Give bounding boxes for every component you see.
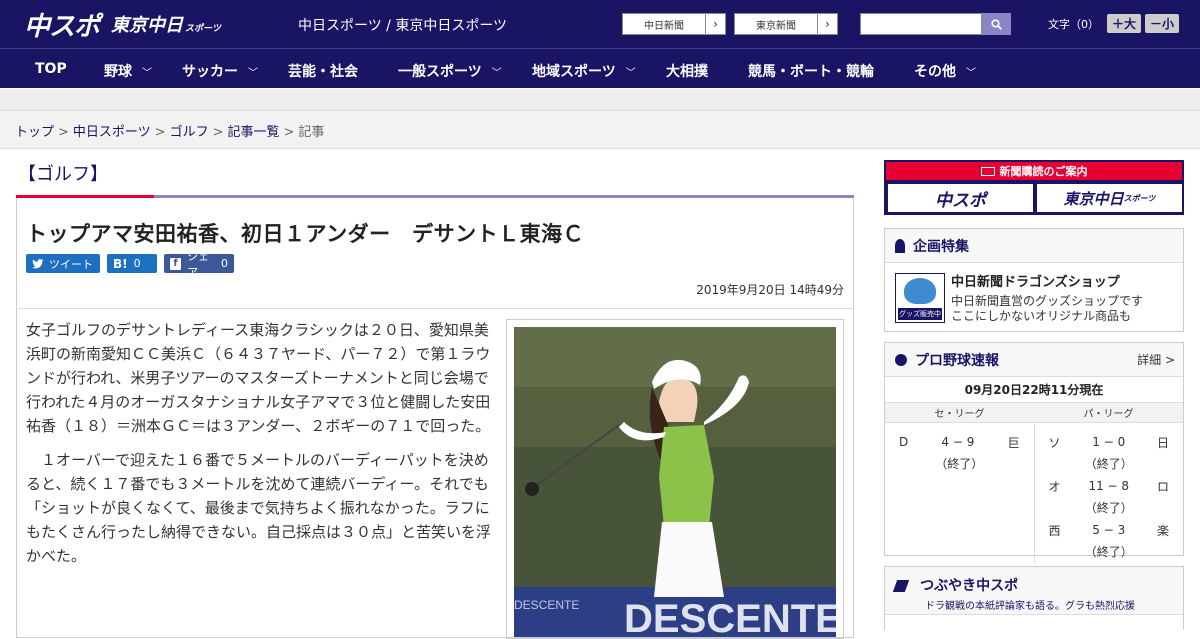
- special-features-box: 企画特集 グッズ販売中 中日新聞ドラゴンズショップ 中日新聞直営のグッズショップ…: [884, 228, 1184, 332]
- site-title: 中日スポーツ / 東京中日スポーツ: [298, 18, 508, 34]
- special-features-header: 企画特集: [885, 229, 1183, 263]
- article-paragraph: 女子ゴルフのデサントレディース東海クラシックは２０日、愛知県美浜町の新南愛知ＣＣ…: [26, 321, 491, 435]
- chevron-down-icon: ﹀: [142, 67, 152, 79]
- breadcrumb-chunichi-sports[interactable]: 中日スポーツ: [73, 125, 151, 140]
- search-icon: [991, 18, 1002, 30]
- article-paragraph: １オーバーで迎えた１６番で５メートルのバーディーパットを決めると、続く１７番でも…: [26, 451, 492, 565]
- score-timestamp: 09月20日22時11分現在: [885, 377, 1183, 403]
- svg-text:DESCENTE: DESCENTE: [514, 598, 579, 612]
- game-status: （終了）: [935, 457, 984, 471]
- game-status: （終了）: [1084, 545, 1133, 559]
- tweets-header: つぶやき中スポ ドラ観戦の本紙評論家も語る。グラも熱烈応援: [885, 567, 1183, 615]
- chevron-down-icon: ﹀: [966, 67, 976, 79]
- site-logo[interactable]: 中スポ 東京中日 スポーツ: [0, 6, 221, 43]
- ribbon-icon: [895, 238, 905, 253]
- central-league-label: セ・リーグ: [885, 403, 1034, 423]
- game-row[interactable]: 西 5 − 3 楽: [1035, 519, 1184, 541]
- breadcrumb-article-list[interactable]: 記事一覧: [228, 125, 280, 140]
- chunichi-shimbun-link[interactable]: 中日新聞 ›: [622, 13, 726, 35]
- breadcrumb-current: 記事: [298, 125, 325, 140]
- nav-local-sports[interactable]: 地域スポーツ ﹀: [532, 61, 636, 81]
- pro-baseball-header: プロ野球速報 詳細 >: [885, 343, 1183, 377]
- ad-band: [0, 89, 1200, 111]
- facebook-share-button[interactable]: f シェア 0: [164, 250, 234, 279]
- goods-badge: グッズ販売中: [898, 308, 942, 320]
- breadcrumb-top[interactable]: トップ: [15, 125, 54, 140]
- font-bigger-button[interactable]: ＋大: [1107, 14, 1142, 33]
- game-status: （終了）: [1084, 457, 1133, 471]
- nav-racing[interactable]: 競馬・ボート・競輪: [748, 61, 874, 81]
- article-date: 2019年9月20日 14時49分: [696, 283, 844, 297]
- golfer-illustration: DESCENTE DESCENTE: [514, 327, 836, 637]
- breadcrumb: トップ > 中日スポーツ > ゴルフ > 記事一覧 > 記事: [0, 111, 1200, 149]
- chevron-down-icon: ﹀: [491, 67, 502, 79]
- game-row[interactable]: ソ 1 − 0 日: [1035, 431, 1184, 453]
- pro-baseball-box: プロ野球速報 詳細 > 09月20日22時11分現在 セ・リーグ パ・リーグ D…: [884, 342, 1184, 563]
- site-header: 中スポ 東京中日 スポーツ 中日スポーツ / 東京中日スポーツ 中日新聞 › 東京…: [0, 0, 1200, 48]
- baseball-detail-link[interactable]: 詳細 >: [1137, 351, 1175, 368]
- article-photo[interactable]: DESCENTE DESCENTE: [514, 327, 836, 637]
- league-header-row: セ・リーグ パ・リーグ: [885, 403, 1183, 423]
- nav-soccer[interactable]: サッカー ﹀: [182, 61, 258, 81]
- chevron-down-icon: ﹀: [625, 67, 636, 79]
- nav-top[interactable]: TOP: [35, 61, 67, 77]
- search-input[interactable]: [860, 13, 982, 35]
- dragon-mascot-icon: [904, 278, 936, 304]
- twitter-bird-icon: [32, 258, 44, 268]
- hatena-icon: B!: [113, 256, 128, 271]
- game-row[interactable]: D 4 − 9 巨: [885, 431, 1034, 453]
- newspaper-icon: [980, 166, 995, 176]
- article-headline: トップアマ安田祐香、初日１アンダー デサントＬ東海Ｃ: [26, 222, 585, 246]
- breadcrumb-golf[interactable]: ゴルフ: [170, 125, 209, 140]
- article-category: 【ゴルフ】: [18, 164, 108, 185]
- svg-text:DESCENTE: DESCENTE: [624, 597, 836, 637]
- font-smaller-button[interactable]: －小: [1145, 14, 1180, 33]
- subscribe-tokyo-chunichi-button[interactable]: 東京中日 スポーツ: [1037, 184, 1182, 212]
- pacific-league-label: パ・リーグ: [1034, 403, 1183, 423]
- chevron-right-icon: ›: [817, 14, 837, 34]
- megaphone-icon: [892, 579, 910, 592]
- chevron-right-icon: ›: [705, 14, 725, 34]
- hatena-count: 0: [133, 257, 141, 270]
- subscription-banner: 新聞購読のご案内 中スポ 東京中日 スポーツ: [884, 160, 1184, 215]
- games-table: D 4 − 9 巨 （終了） ソ 1 − 0 日 （終了） オ 11 − 8 ロ…: [885, 423, 1183, 563]
- subscription-title: 新聞購読のご案内: [886, 162, 1182, 180]
- nav-other[interactable]: その他 ﹀: [914, 61, 976, 81]
- nav-baseball[interactable]: 野球 ﹀: [104, 61, 152, 81]
- article-body: 女子ゴルフのデサントレディース東海クラシックは２０日、愛知県美浜町の新南愛知ＣＣ…: [26, 318, 494, 578]
- search-button[interactable]: [982, 13, 1011, 35]
- chevron-down-icon: ﹀: [248, 67, 258, 79]
- tweets-subtitle: ドラ観戦の本紙評論家も語る。グラも熱烈応援: [925, 601, 1135, 612]
- dragons-shop-thumbnail[interactable]: グッズ販売中: [895, 273, 945, 323]
- nav-sumo[interactable]: 大相撲: [666, 61, 708, 81]
- baseball-icon: [895, 353, 907, 366]
- logo-tokyo-chunichi: 東京中日 スポーツ: [111, 15, 221, 36]
- game-status: （終了）: [1084, 501, 1133, 515]
- facebook-icon: f: [170, 257, 182, 270]
- game-row[interactable]: オ 11 − 8 ロ: [1035, 475, 1184, 497]
- nav-general-sports[interactable]: 一般スポーツ ﹀: [398, 61, 502, 81]
- pacific-games: ソ 1 − 0 日 （終了） オ 11 − 8 ロ （終了） 西 5 − 3 楽…: [1035, 423, 1184, 563]
- hatena-bookmark-button[interactable]: B! 0: [107, 254, 157, 273]
- dragons-shop-title[interactable]: 中日新聞ドラゴンズショップ: [951, 271, 1120, 290]
- nav-entertainment[interactable]: 芸能・社会: [288, 61, 358, 81]
- subscribe-chunichi-sports-button[interactable]: 中スポ: [888, 184, 1033, 212]
- dragons-shop-desc: ここにしかないオリジナル商品も: [951, 309, 1132, 323]
- central-games: D 4 − 9 巨 （終了）: [885, 423, 1035, 563]
- tokyo-shimbun-link[interactable]: 東京新聞 ›: [734, 13, 838, 35]
- facebook-count: 0: [221, 257, 228, 270]
- logo-chunichi-sports: 中スポ: [24, 11, 100, 42]
- tweets-box: つぶやき中スポ ドラ観戦の本紙評論家も語る。グラも熱烈応援: [884, 566, 1184, 630]
- tweet-button[interactable]: ツイート: [26, 254, 100, 273]
- header-divider: [16, 308, 854, 309]
- font-size-control: 文字（0） ＋大 －小: [1048, 14, 1180, 33]
- font-size-label: 文字（0）: [1048, 17, 1099, 31]
